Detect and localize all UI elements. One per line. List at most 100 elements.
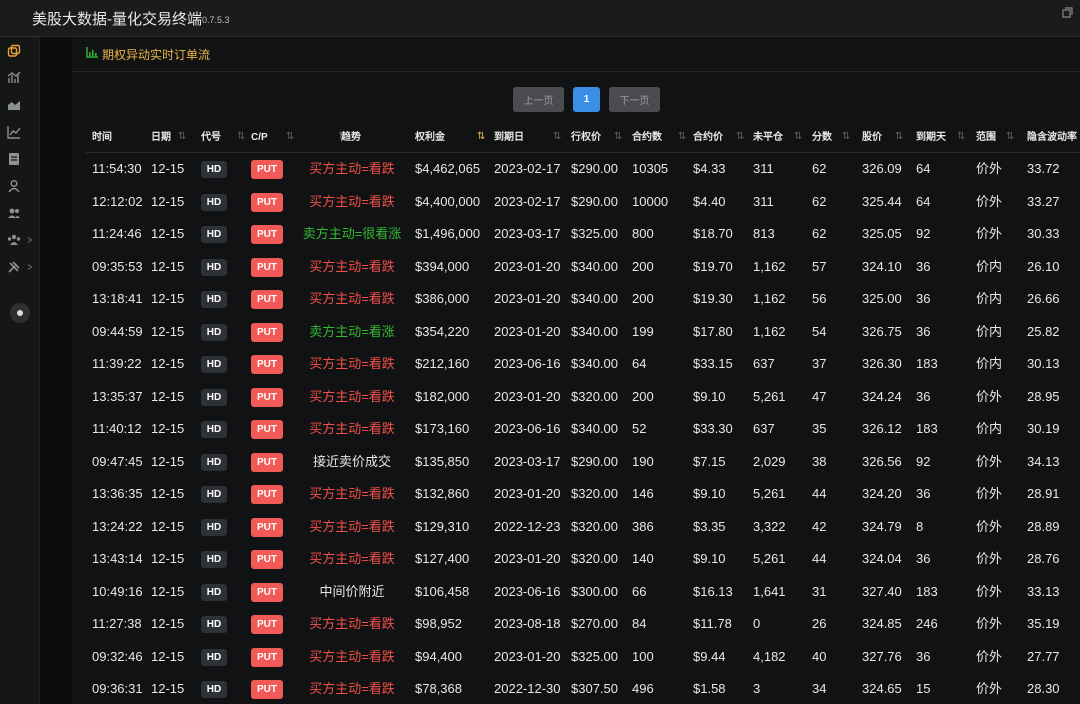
sidebar-item-line[interactable] <box>0 118 40 145</box>
window-control-icon[interactable] <box>1060 6 1074 20</box>
column-header-call-put[interactable]: C/P <box>251 123 268 153</box>
table-row[interactable]: 11:27:38 12-15 HD PUT 买方主动=看跌 $98,952 2023-08-… <box>86 608 1080 641</box>
table-row[interactable]: 09:35:53 12-15 HD PUT 买方主动=看跌 $394,000 2023-01… <box>86 251 1080 284</box>
range-cell: 价外 <box>976 453 1003 469</box>
column-header-premium[interactable]: 权利金 <box>415 123 445 153</box>
premium-cell: $1,496,000 <box>415 226 481 241</box>
column-header-stock-price[interactable]: 股价 <box>862 123 882 153</box>
days-to-expiry-cell: 36 <box>916 291 931 306</box>
table-row[interactable]: 09:36:31 12-15 HD PUT 买方主动=看跌 $78,368 2022-12-… <box>86 673 1080 704</box>
column-header-strike[interactable]: 行权价 <box>571 123 601 153</box>
sidebar-item-tools[interactable] <box>0 253 40 280</box>
column-header-contracts[interactable]: 合约数 <box>632 123 662 153</box>
sidebar-collapse-toggle[interactable] <box>10 303 30 323</box>
column-header-symbol[interactable]: 代号 <box>201 123 221 153</box>
sidebar-item-user[interactable] <box>0 172 40 199</box>
contracts-cell: 100 <box>632 648 654 664</box>
contracts-cell: 140 <box>632 551 654 566</box>
symbol-badge: HD <box>201 161 227 178</box>
contracts-cell: 66 <box>632 583 647 599</box>
table-row[interactable]: 11:39:22 12-15 HD PUT 买方主动=看跌 $212,160 2023-06… <box>86 348 1080 381</box>
table-row[interactable]: 13:24:22 12-15 HD PUT 买方主动=看跌 $129,310 2022-12… <box>86 511 1080 544</box>
orderflow-icon <box>7 44 21 57</box>
open-interest-cell: 637 <box>753 356 775 371</box>
sidebar-item-trend[interactable] <box>0 91 40 118</box>
sort-icon[interactable]: ⇅ <box>957 131 965 142</box>
table-row[interactable]: 09:44:59 12-15 HD PUT 卖方主动=看涨 $354,220 2023-01… <box>86 316 1080 349</box>
sidebar-item-orderflow[interactable] <box>0 37 40 64</box>
table-row[interactable]: 09:47:45 12-15 HD PUT 接近卖价成交 $135,850 2023-03-… <box>86 446 1080 479</box>
next-page-button[interactable]: 下一页 <box>609 87 660 112</box>
table-row[interactable]: 13:18:41 12-15 HD PUT 买方主动=看跌 $386,000 2023-01… <box>86 283 1080 316</box>
contracts-cell: 800 <box>632 226 654 241</box>
sort-icon[interactable]: ⇅ <box>895 131 903 142</box>
table-row[interactable]: 13:43:14 12-15 HD PUT 买方主动=看跌 $127,400 2023-01… <box>86 543 1080 576</box>
table-row[interactable]: 10:49:16 12-15 HD PUT 中间价附近 $106,458 2023-06-1… <box>86 576 1080 609</box>
strike-cell: $325.00 <box>571 648 618 664</box>
open-interest-cell: 3,322 <box>753 518 786 534</box>
time-cell: 11:54:30 <box>92 161 142 176</box>
sidebar-item-document[interactable] <box>0 145 40 172</box>
column-header-time[interactable]: 时间 <box>92 123 112 153</box>
stock-price-cell: 326.75 <box>862 323 902 339</box>
premium-cell: $4,462,065 <box>415 161 481 176</box>
column-header-contract-price[interactable]: 合约价 <box>693 123 723 153</box>
table-row[interactable]: 13:35:37 12-15 HD PUT 买方主动=看跌 $182,000 2023-01… <box>86 381 1080 414</box>
column-header-implied-volatility[interactable]: 隐含波动率 <box>1027 123 1077 153</box>
column-header-range[interactable]: 范围 <box>976 123 996 153</box>
sort-icon[interactable]: ⇅ <box>178 131 186 142</box>
sort-icon[interactable]: ⇅ <box>614 131 622 142</box>
table-row[interactable]: 09:32:46 12-15 HD PUT 买方主动=看跌 $94,400 2023-01-… <box>86 641 1080 674</box>
sort-icon[interactable]: ⇅ <box>1006 131 1014 142</box>
table-row[interactable]: 13:36:35 12-15 HD PUT 买方主动=看跌 $132,860 2023-01… <box>86 478 1080 511</box>
sort-icon[interactable]: ⇅ <box>794 131 802 142</box>
strike-cell: $290.00 <box>571 453 618 469</box>
table-row[interactable]: 11:40:12 12-15 HD PUT 买方主动=看跌 $173,160 2023-06… <box>86 413 1080 446</box>
sort-icon[interactable]: ⇅ <box>237 131 245 142</box>
sort-icon[interactable]: ⇅ <box>842 131 850 142</box>
sidebar-item-group[interactable] <box>0 226 40 253</box>
score-cell: 62 <box>812 226 827 241</box>
open-interest-cell: 2,029 <box>753 453 786 469</box>
pagination: 上一页 1 下一页 <box>513 87 660 112</box>
column-header-days-to-expiry[interactable]: 到期天 <box>916 123 946 153</box>
sort-icon[interactable]: ⇅ <box>286 131 294 142</box>
column-header-open-interest[interactable]: 未平仓 <box>753 123 783 153</box>
stock-price-cell: 325.00 <box>862 291 902 306</box>
score-cell: 57 <box>812 258 827 274</box>
time-cell: 09:36:31 <box>92 681 143 696</box>
strike-cell: $290.00 <box>571 161 618 176</box>
table-row[interactable]: 11:54:30 12-15 HD PUT 买方主动=看跌 $4,462,065 2023-… <box>86 153 1080 186</box>
sort-icon[interactable]: ⇅ <box>477 131 485 142</box>
table-header: 时间 ⇅ 日期 ⇅ 代号 ⇅ C/P ⇅ 趋势 权利金 ⇅ 到期日 ⇅ 行权价 ⇅ 合约数 ⇅ 合约价 ⇅ 未平仓 ⇅ 分… <box>86 123 1080 153</box>
trend-cell: 买方主动=看跌 <box>309 388 395 404</box>
contract-price-cell: $4.33 <box>693 161 726 176</box>
column-header-trend[interactable]: 趋势 <box>341 123 361 153</box>
implied-volatility-cell: 30.19 <box>1027 421 1060 436</box>
range-cell: 价内 <box>976 258 1003 274</box>
sidebar-item-chart[interactable] <box>0 64 40 91</box>
expiry-cell: 2023-01-20 <box>494 486 561 501</box>
premium-cell: $106,458 <box>415 583 470 599</box>
column-header-score[interactable]: 分数 <box>812 123 832 153</box>
user-icon <box>8 179 20 192</box>
symbol-badge: HD <box>201 323 227 341</box>
range-cell: 价外 <box>976 193 1003 209</box>
sort-icon[interactable]: ⇅ <box>553 131 561 142</box>
sort-icon[interactable]: ⇅ <box>678 131 686 142</box>
premium-cell: $212,160 <box>415 356 470 371</box>
sidebar-item-users[interactable] <box>0 199 40 226</box>
range-cell: 价内 <box>976 291 1003 306</box>
score-cell: 42 <box>812 518 827 534</box>
days-to-expiry-cell: 92 <box>916 226 931 241</box>
page-1-button[interactable]: 1 <box>573 87 600 112</box>
expiry-cell: 2023-06-16 <box>494 583 561 599</box>
table-row[interactable]: 12:12:02 12-15 HD PUT 买方主动=看跌 $4,400,000 2023-… <box>86 186 1080 219</box>
sort-icon[interactable]: ⇅ <box>736 131 744 142</box>
orderflow-table: 时间 ⇅ 日期 ⇅ 代号 ⇅ C/P ⇅ 趋势 权利金 ⇅ 到期日 ⇅ 行权价 ⇅ 合约数 ⇅ 合约价 ⇅ 未平仓 ⇅ 分… <box>86 123 1080 704</box>
table-row[interactable]: 11:24:46 12-15 HD PUT 卖方主动=很看涨 $1,496,000 2023… <box>86 218 1080 251</box>
column-header-expiry[interactable]: 到期日 <box>494 123 524 153</box>
column-header-date[interactable]: 日期 <box>151 123 171 153</box>
date-cell: 12-15 <box>151 648 185 664</box>
prev-page-button[interactable]: 上一页 <box>513 87 564 112</box>
